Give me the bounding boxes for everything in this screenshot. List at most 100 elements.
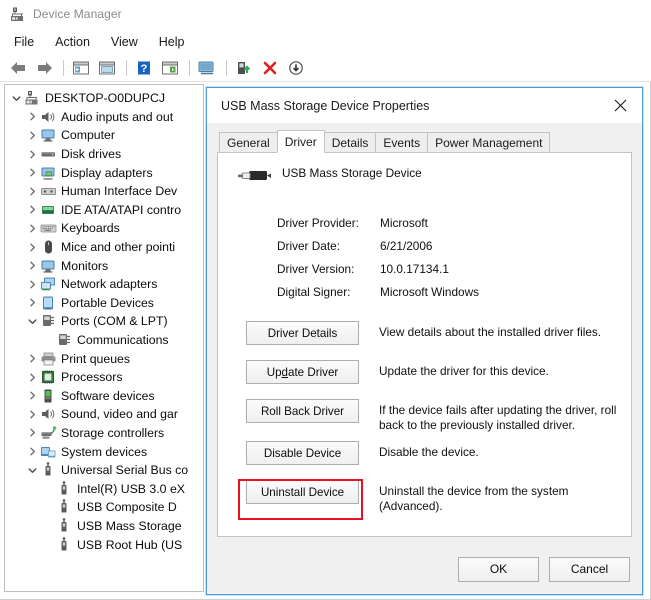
dialog-title: USB Mass Storage Device Properties <box>221 98 430 113</box>
chevron-right-icon[interactable] <box>25 205 40 214</box>
dialog-footer: OK Cancel <box>207 544 642 594</box>
tree-item[interactable]: Sound, video and gar <box>5 405 203 424</box>
driver-info-row: Driver Version: 10.0.17134.1 <box>277 257 617 280</box>
tree-item[interactable]: Network adapters <box>5 275 203 294</box>
update-driver-icon[interactable] <box>232 57 256 79</box>
chevron-right-icon[interactable] <box>25 243 40 252</box>
ide-controller-icon <box>40 202 57 218</box>
driver-action-row: Up d ate Driver Update the driver for this … <box>246 360 617 384</box>
chevron-right-icon[interactable] <box>25 391 40 400</box>
tree-item-label: Disk drives <box>61 147 122 162</box>
tree-item-label: Storage controllers <box>61 425 165 440</box>
device-header: USB Mass Storage Device <box>232 165 617 195</box>
chevron-right-icon[interactable] <box>25 112 40 121</box>
tree-item[interactable]: Monitors <box>5 256 203 275</box>
chevron-right-icon[interactable] <box>25 187 40 196</box>
tree-item[interactable]: Ports (COM & LPT) <box>5 312 203 331</box>
tab-power-management[interactable]: Power Management <box>427 132 551 153</box>
network-adapter-icon <box>40 276 57 292</box>
chevron-down-icon[interactable] <box>25 317 40 326</box>
chevron-down-icon[interactable] <box>9 94 24 103</box>
forward-icon[interactable] <box>32 57 56 79</box>
tree-item-label: IDE ATA/ATAPI contro <box>61 202 182 217</box>
tree-item[interactable]: Human Interface Dev <box>5 182 203 201</box>
tab-details[interactable]: Details <box>323 132 377 153</box>
tree-item[interactable]: Portable Devices <box>5 294 203 313</box>
tree-item[interactable]: Communications <box>5 331 203 350</box>
show-hide-action-pane-icon[interactable] <box>158 57 182 79</box>
dialog-tabstrip: General Driver Details Events Power Manageme… <box>219 130 632 153</box>
speaker-icon <box>40 109 57 125</box>
tree-item[interactable]: USB Root Hub (US <box>5 535 203 554</box>
tree-item[interactable]: Universal Serial Bus co <box>5 461 203 480</box>
tree-item[interactable]: Print queues <box>5 349 203 368</box>
properties-icon[interactable] <box>95 57 119 79</box>
chevron-right-icon[interactable] <box>25 150 40 159</box>
tree-item[interactable]: Intel(R) USB 3.0 eX <box>5 479 203 498</box>
tree-item[interactable]: Disk drives <box>5 145 203 164</box>
menu-view[interactable]: View <box>111 33 147 51</box>
tree-item[interactable]: Software devices <box>5 387 203 406</box>
uninstall-device-icon[interactable] <box>258 57 282 79</box>
tree-item[interactable]: IDE ATA/ATAPI contro <box>5 201 203 220</box>
toolbar: ? <box>0 54 651 82</box>
tree-item[interactable]: Computer <box>5 126 203 145</box>
tree-item-label: Human Interface Dev <box>61 184 178 199</box>
show-hide-console-tree-icon[interactable] <box>69 57 93 79</box>
tree-item-label: Audio inputs and out <box>61 109 174 124</box>
menu-help[interactable]: Help <box>159 33 194 51</box>
tree-item[interactable]: Display adapters <box>5 163 203 182</box>
chevron-down-icon[interactable] <box>25 466 40 475</box>
cancel-button[interactable]: Cancel <box>549 556 630 582</box>
chevron-right-icon[interactable] <box>25 410 40 419</box>
chevron-right-icon[interactable] <box>25 131 40 140</box>
roll-back-driver-button[interactable]: Roll Back Driver <box>246 399 359 423</box>
scan-for-hardware-changes-icon[interactable] <box>195 57 219 79</box>
tree-item[interactable]: USB Composite D <box>5 498 203 517</box>
update-driver-button[interactable]: Up d ate Driver <box>246 360 359 384</box>
tab-general[interactable]: General <box>219 132 278 153</box>
menu-file[interactable]: File <box>14 33 43 51</box>
tree-item-label: Display adapters <box>61 165 153 180</box>
speaker-icon <box>40 406 57 422</box>
chevron-right-icon[interactable] <box>25 428 40 437</box>
tree-item-label: Print queues <box>61 351 131 366</box>
close-icon[interactable] <box>598 89 642 123</box>
back-icon[interactable] <box>6 57 30 79</box>
menubar: File Action View Help <box>0 29 651 54</box>
tree-item-label: System devices <box>61 444 148 459</box>
driver-info-row: Digital Signer: Microsoft Windows <box>277 280 617 303</box>
chevron-right-icon[interactable] <box>25 280 40 289</box>
tree-item[interactable]: USB Mass Storage <box>5 517 203 536</box>
chevron-right-icon[interactable] <box>25 168 40 177</box>
chevron-right-icon[interactable] <box>25 354 40 363</box>
disable-device-icon[interactable] <box>284 57 308 79</box>
tab-driver[interactable]: Driver <box>276 130 325 153</box>
driver-info-key: Digital Signer: <box>277 284 351 299</box>
help-icon[interactable]: ? <box>132 57 156 79</box>
chevron-right-icon[interactable] <box>25 373 40 382</box>
tree-item[interactable]: Mice and other pointi <box>5 238 203 257</box>
device-tree-panel[interactable]: DESKTOP-O0DUPCJ Audio inputs and out Compu… <box>4 84 204 592</box>
ok-button[interactable]: OK <box>458 556 539 582</box>
tab-events[interactable]: Events <box>375 132 429 153</box>
usb-plug-icon <box>236 166 272 188</box>
chevron-right-icon[interactable] <box>25 298 40 307</box>
chevron-right-icon[interactable] <box>25 447 40 456</box>
tree-item-label: DESKTOP-O0DUPCJ <box>45 91 166 106</box>
chevron-right-icon[interactable] <box>25 224 40 233</box>
tree-item[interactable]: Keyboards <box>5 219 203 238</box>
tree-item-label: Mice and other pointi <box>61 240 176 255</box>
chevron-right-icon[interactable] <box>25 261 40 270</box>
driver-details-button[interactable]: Driver Details <box>246 321 359 345</box>
uninstall-device-button[interactable]: Uninstall Device <box>246 480 359 504</box>
tree-item[interactable]: Audio inputs and out <box>5 108 203 127</box>
tree-item[interactable]: Storage controllers <box>5 424 203 443</box>
usb-icon <box>56 518 73 534</box>
system-device-icon <box>40 444 57 460</box>
tree-item[interactable]: DESKTOP-O0DUPCJ <box>5 89 203 108</box>
tree-item[interactable]: Processors <box>5 368 203 387</box>
disable-device-button[interactable]: Disable Device <box>246 441 359 465</box>
tree-item[interactable]: System devices <box>5 442 203 461</box>
menu-action[interactable]: Action <box>55 33 99 51</box>
